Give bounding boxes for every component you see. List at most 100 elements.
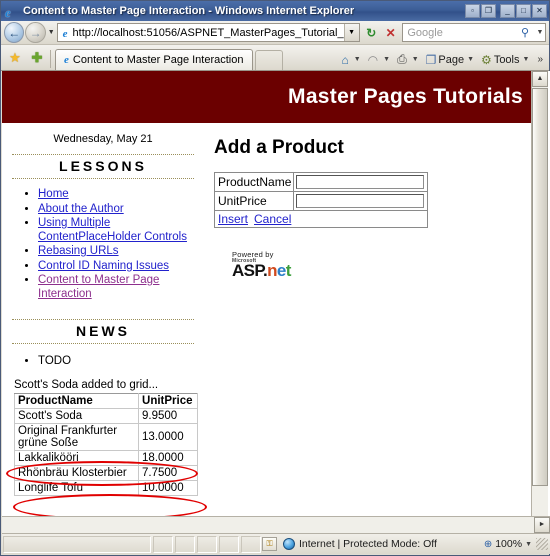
feeds-caret-icon[interactable]: ▼ <box>383 56 390 63</box>
address-bar[interactable]: e http://localhost:51056/ASPNET_MasterPa… <box>56 23 360 42</box>
internet-globe-icon <box>283 538 295 550</box>
lesson-link-0[interactable]: Home <box>38 188 69 200</box>
cancel-link[interactable]: Cancel <box>254 212 291 226</box>
add-favorite-icon[interactable]: ✚ <box>26 46 48 70</box>
refresh-button[interactable]: ↻ <box>362 23 381 43</box>
scroll-up-button[interactable]: ▲ <box>532 71 548 87</box>
e-text: e <box>276 261 286 280</box>
productname-cell <box>293 172 428 192</box>
new-tab-button[interactable] <box>254 50 283 70</box>
form-row-productname: ProductName <box>214 172 428 192</box>
back-button[interactable]: ← <box>4 22 25 43</box>
restore-small-button[interactable]: ▫ <box>465 4 480 18</box>
address-input[interactable]: http://localhost:51056/ASPNET_MasterPage… <box>73 27 344 39</box>
search-provider-caret-icon[interactable]: ▼ <box>535 29 545 36</box>
title-bar: e Content to Master Page Interaction - W… <box>1 1 549 21</box>
grid-status-message: Scott's Soda added to grid... <box>14 379 159 391</box>
address-dropdown-icon[interactable]: ▼ <box>343 24 359 41</box>
vertical-scroll-thumb[interactable] <box>532 88 548 486</box>
grid-cell-productname: Rhönbräu Klosterbier <box>13 465 140 481</box>
search-box[interactable]: Google ⚲ ▼ <box>402 23 546 42</box>
scroll-right-button[interactable]: ► <box>534 517 550 533</box>
print-button[interactable]: ⎙ ▼ <box>395 52 424 67</box>
rss-feed-icon: ◠ <box>367 52 379 67</box>
command-overflow-icon[interactable]: » <box>534 54 546 65</box>
feeds-button[interactable]: ◠ ▼ <box>366 53 395 67</box>
close-button[interactable]: ✕ <box>532 4 547 18</box>
news-list: TODO <box>8 355 198 367</box>
stop-button[interactable]: ✕ <box>381 23 400 43</box>
print-caret-icon[interactable]: ▼ <box>412 56 419 63</box>
history-dropdown-icon[interactable]: ▼ <box>46 29 57 36</box>
horizontal-scrollbar[interactable]: ► <box>2 516 550 533</box>
ie-logo-icon: e <box>5 5 11 20</box>
grid-row: Rhönbräu Klosterbier 7.7500 <box>13 465 198 481</box>
status-bar: ⚿ Internet | Protected Mode: Off ⊕ 100% … <box>2 533 550 554</box>
lesson-link-1[interactable]: About the Author <box>38 203 124 215</box>
search-input[interactable]: Google <box>403 27 515 39</box>
home-caret-icon[interactable]: ▼ <box>354 56 361 63</box>
status-pane-2 <box>175 535 195 553</box>
grid-cell-unitprice: 9.9500 <box>138 408 198 424</box>
security-zone-label: Internet | Protected Mode: Off <box>299 538 437 550</box>
extra-window-button[interactable]: ❐ <box>481 4 496 18</box>
tools-caret-icon[interactable]: ▼ <box>523 56 530 63</box>
site-banner: Master Pages Tutorials <box>2 71 533 123</box>
favorites-icon[interactable]: ★ <box>4 46 26 70</box>
news-heading: NEWS <box>12 319 194 344</box>
page-icon: ❐ <box>425 52 437 67</box>
insert-link[interactable]: Insert <box>218 212 248 226</box>
grid-cell-productname: Lakkalikööri <box>13 450 140 466</box>
maximize-button[interactable]: □ <box>516 4 531 18</box>
lesson-item: Home <box>38 188 198 202</box>
t-text: t <box>285 261 292 280</box>
command-bar: ⌂ ▼ ◠ ▼ ⎙ ▼ ❐ Page ▼ ⚙ Tools ▼ » <box>339 52 546 70</box>
form-row-unitprice: UnitPrice <box>214 191 428 211</box>
page-title: Add a Product <box>214 137 344 158</box>
minimize-button[interactable]: _ <box>500 4 515 18</box>
window-title: Content to Master Page Interaction - Win… <box>23 5 355 17</box>
site-title: Master Pages Tutorials <box>288 85 523 108</box>
lesson-link-5[interactable]: Content to Master Page Interaction <box>38 274 159 300</box>
web-page: Master Pages Tutorials Wednesday, May 21… <box>2 71 533 535</box>
grid-cell-unitprice: 18.0000 <box>138 450 198 466</box>
forward-button[interactable]: → <box>25 22 46 43</box>
asp-text: ASP <box>232 261 264 280</box>
vertical-scrollbar[interactable]: ▲ ▼ <box>531 71 548 535</box>
productname-label: ProductName <box>214 172 295 192</box>
page-menu-button[interactable]: ❐ Page ▼ <box>424 53 479 67</box>
toolbar-divider <box>50 50 51 68</box>
zoom-control[interactable]: ⊕ 100% ▼ <box>484 538 536 550</box>
page-favicon-icon: e <box>62 27 68 40</box>
security-zone[interactable]: Internet | Protected Mode: Off <box>277 538 484 550</box>
page-columns: Wednesday, May 21 LESSONS Home About the … <box>2 123 533 496</box>
news-section: NEWS TODO <box>8 319 198 367</box>
resize-grip[interactable] <box>536 538 548 550</box>
lesson-item: Rebasing URLs <box>38 245 198 259</box>
zoom-caret-icon[interactable]: ▼ <box>525 541 532 548</box>
lesson-link-4[interactable]: Control ID Naming Issues <box>38 260 169 272</box>
page-caret-icon[interactable]: ▼ <box>467 56 474 63</box>
grid-header-row: ProductName UnitPrice <box>13 393 198 409</box>
grid-row: Lakkalikööri 18.0000 <box>13 450 198 466</box>
tools-menu-button[interactable]: ⚙ Tools ▼ <box>479 53 534 67</box>
search-icon[interactable]: ⚲ <box>515 26 535 39</box>
lesson-link-3[interactable]: Rebasing URLs <box>38 245 119 257</box>
productname-input[interactable] <box>296 175 425 189</box>
news-item: TODO <box>38 355 198 367</box>
lesson-link-2[interactable]: Using Multiple ContentPlaceHolder Contro… <box>38 217 187 243</box>
lessons-list: Home About the Author Using Multiple Conte… <box>8 188 198 301</box>
browser-tab[interactable]: e Content to Master Page Interaction <box>55 49 253 70</box>
page-viewport: Master Pages Tutorials Wednesday, May 21… <box>2 71 550 535</box>
page-menu-label: Page <box>438 53 465 66</box>
lesson-item: About the Author <box>38 203 198 217</box>
sidebar: Wednesday, May 21 LESSONS Home About the … <box>2 123 204 496</box>
grid-row: Original Frankfurter grüne Soße 13.0000 <box>13 423 198 451</box>
home-button[interactable]: ⌂ ▼ <box>339 53 365 67</box>
tab-bar: ★ ✚ e Content to Master Page Interaction… <box>1 45 549 71</box>
aspnet-logo: Powered by Microsoft ASP.net <box>232 250 310 279</box>
tools-menu-label: Tools <box>493 53 520 66</box>
unitprice-input[interactable] <box>296 194 425 208</box>
zoom-icon: ⊕ <box>483 538 493 550</box>
navigation-bar: ← → ▼ e http://localhost:51056/ASPNET_Ma… <box>1 21 549 45</box>
